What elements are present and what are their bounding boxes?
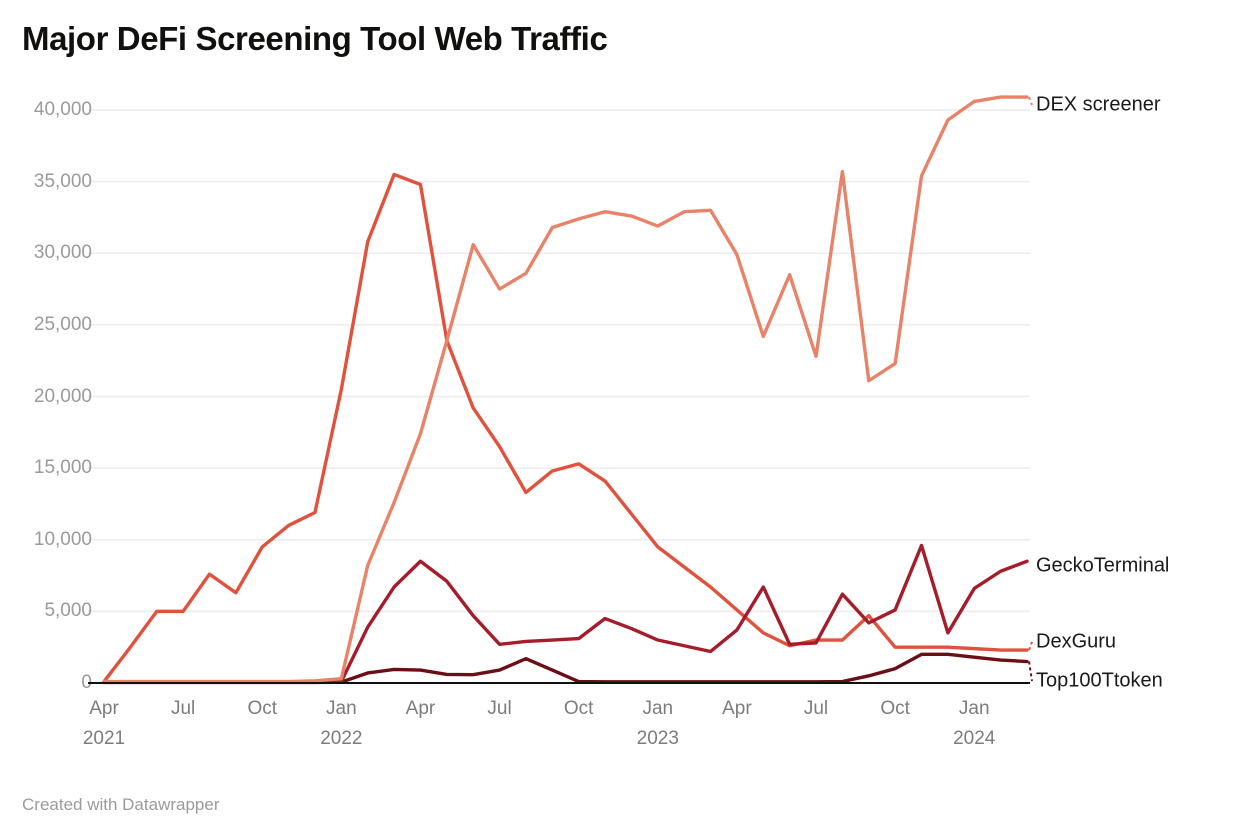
series-label-dexguru: DexGuru	[1036, 630, 1117, 653]
x-axis-tick-label: Apr	[89, 698, 119, 719]
x-axis-tick-label: Jul	[170, 698, 196, 719]
x-axis-tick-label: Jan	[642, 698, 674, 719]
x-axis-tick-label: Jul	[803, 698, 829, 719]
x-axis-tick-label: Apr	[405, 698, 436, 719]
series-line-top100ttoken	[102, 652, 1029, 685]
x-axis-year-label: 2021	[82, 728, 126, 749]
series-line-dex-screener	[102, 95, 1029, 684]
y-axis-tick-label: 15,000	[33, 457, 92, 479]
x-axis-year-label: 2024	[953, 728, 996, 749]
series-label-dex-screener: DEX screener	[1036, 93, 1161, 116]
y-axis-tick-label: 25,000	[33, 313, 92, 335]
x-axis-tick-label: Oct	[247, 698, 277, 719]
label-connector	[1028, 641, 1033, 651]
chart-container: Major DeFi Screening Tool Web Traffic 05…	[0, 0, 1240, 840]
series-line-dexguru	[102, 172, 1029, 684]
y-axis-tick-label: 10,000	[33, 528, 92, 550]
y-axis-tick-label: 5,000	[44, 600, 92, 622]
datawrapper-credit: Created with Datawrapper	[22, 795, 220, 814]
y-axis-tick-label: 30,000	[33, 242, 92, 264]
x-axis-tick-label: Oct	[563, 698, 594, 719]
series-lines	[102, 95, 1029, 685]
plot-area: 0 5,000 10,000 15,000 20,000 25,000 30,000 35,0…	[0, 0, 1240, 840]
series-label-geckoterminal: GeckoTerminal	[1036, 554, 1170, 577]
y-axis-tick-label: 0	[81, 672, 92, 693]
series-label-top100ttoken: Top100Ttoken	[1036, 669, 1163, 692]
y-axis-tick-label: 35,000	[33, 170, 92, 192]
x-axis-tick-label: Jan	[326, 698, 357, 719]
gridlines	[88, 109, 1030, 613]
label-connectors	[1028, 96, 1033, 682]
series-line-geckoterminal	[102, 543, 1029, 684]
x-axis-tick-label: Oct	[880, 698, 910, 719]
x-axis-tick-label: Jan	[958, 698, 990, 719]
x-axis-baseline	[88, 682, 1030, 684]
x-axis-tick-label: Apr	[722, 698, 752, 719]
y-axis-tick-label: 20,000	[33, 385, 92, 407]
label-connector	[1028, 96, 1033, 106]
x-axis-year-label: 2022	[320, 728, 363, 749]
x-axis-tick-label: Jul	[487, 698, 512, 719]
label-connector	[1028, 661, 1033, 682]
x-axis-year-label: 2023	[636, 728, 679, 749]
y-axis-tick-label: 40,000	[33, 99, 92, 120]
